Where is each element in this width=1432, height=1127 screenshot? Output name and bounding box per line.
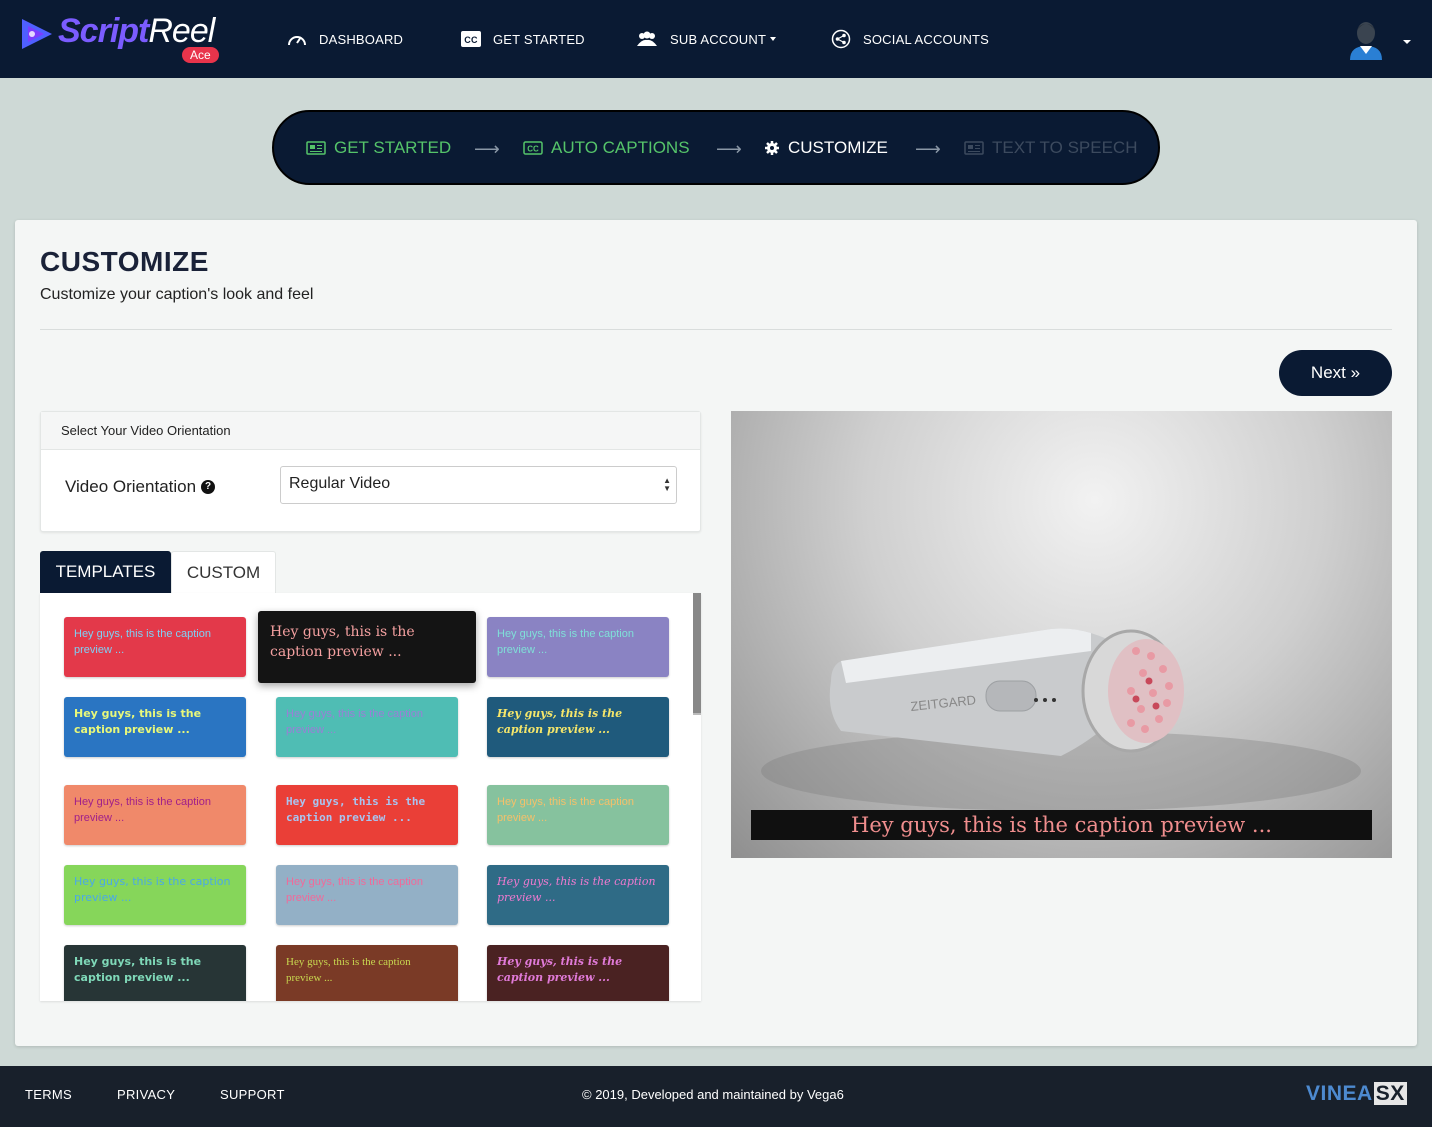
orientation-select[interactable]: Regular Video ▲ ▼ <box>280 466 677 504</box>
avatar[interactable] <box>1344 16 1388 60</box>
template-tile[interactable]: Hey guys, this is the caption preview ..… <box>64 697 246 757</box>
template-tile[interactable]: Hey guys, this is the caption preview ..… <box>64 945 246 1001</box>
step-customize[interactable]: CUSTOMIZE <box>764 138 888 158</box>
next-button[interactable]: Next » <box>1279 350 1392 396</box>
product-image: ZEITGARD <box>761 628 1361 811</box>
step-auto-captions-label: AUTO CAPTIONS <box>551 138 690 157</box>
tab-custom[interactable]: CUSTOM <box>171 551 276 593</box>
logo[interactable]: ScriptReel Ace <box>18 12 228 64</box>
svg-text:CC: CC <box>464 35 478 45</box>
select-arrows-icon: ▲ ▼ <box>663 476 671 493</box>
template-tile[interactable]: Hey guys, this is the caption preview ..… <box>64 617 246 677</box>
template-tile[interactable]: Hey guys, this is the caption preview ..… <box>64 865 246 925</box>
cc-icon: CC <box>461 31 481 47</box>
top-navbar: ScriptReel Ace DASHBOARD CC GET STARTED … <box>0 0 1432 78</box>
avatar-dropdown-icon[interactable] <box>1403 40 1411 44</box>
step-get-started[interactable]: GET STARTED <box>306 138 451 158</box>
caption-preview-bar: Hey guys, this is the caption preview ..… <box>751 810 1372 840</box>
template-tile[interactable]: Hey guys, this is the caption preview ..… <box>487 945 669 1001</box>
template-tile[interactable]: Hey guys, this is the caption preview ..… <box>487 617 669 677</box>
users-icon <box>637 31 657 46</box>
nav-get-started-label: GET STARTED <box>493 31 585 47</box>
template-tile[interactable]: Hey guys, this is the caption preview ..… <box>276 945 458 1001</box>
orientation-label-text: Video Orientation <box>65 477 197 496</box>
play-logo-icon <box>22 19 52 49</box>
template-tile[interactable]: Hey guys, this is the caption preview ..… <box>276 785 458 845</box>
template-tile[interactable]: Hey guys, this is the caption preview ..… <box>487 865 669 925</box>
gear-icon <box>765 141 779 155</box>
step-arrow: ⟶ <box>716 139 742 159</box>
newspaper-icon <box>964 141 984 155</box>
template-tile[interactable]: Hey guys, this is the caption preview ..… <box>276 865 458 925</box>
step-text-to-speech[interactable]: TEXT TO SPEECH <box>964 138 1138 158</box>
newspaper-icon <box>306 141 326 155</box>
footer-support-link[interactable]: SUPPORT <box>220 1087 285 1102</box>
step-auto-captions[interactable]: CC AUTO CAPTIONS <box>523 138 690 158</box>
tab-templates[interactable]: TEMPLATES <box>40 551 171 593</box>
divider <box>40 329 1392 330</box>
help-icon[interactable]: ? <box>201 480 216 494</box>
footer-privacy-link[interactable]: PRIVACY <box>117 1087 175 1102</box>
nav-get-started[interactable]: CC GET STARTED <box>461 28 585 50</box>
templates-scrollbar[interactable] <box>693 593 701 713</box>
step-arrow: ⟶ <box>474 139 500 159</box>
logo-text: ScriptReel <box>58 12 215 50</box>
customize-card: CUSTOMIZE Customize your caption's look … <box>15 220 1417 1046</box>
template-tile[interactable]: Hey guys, this is the caption preview ..… <box>276 697 458 757</box>
template-tile[interactable]: Hey guys, this is the caption preview ..… <box>487 697 669 757</box>
share-icon <box>831 29 851 49</box>
nav-sub-account-label: SUB ACCOUNT <box>670 31 767 47</box>
footer-terms-link[interactable]: TERMS <box>25 1087 72 1102</box>
nav-dashboard-label: DASHBOARD <box>319 31 404 47</box>
templates-grid: Hey guys, this is the caption preview ..… <box>40 593 701 1001</box>
logo-badge: Ace <box>182 47 219 63</box>
svg-text:CC: CC <box>527 145 539 154</box>
progress-stepper: GET STARTED ⟶ CC AUTO CAPTIONS ⟶ CUSTOMI… <box>272 110 1160 185</box>
template-tile[interactable]: Hey guys, this is the caption preview ..… <box>64 785 246 845</box>
chevron-down-icon <box>770 37 777 41</box>
orientation-label: Video Orientation ? <box>65 477 216 497</box>
page-title: CUSTOMIZE <box>40 246 209 277</box>
step-get-started-label: GET STARTED <box>334 138 452 157</box>
template-tile[interactable]: Hey guys, this is the caption preview ..… <box>487 785 669 845</box>
nav-dashboard[interactable]: DASHBOARD <box>287 28 403 50</box>
footer-brand-logo[interactable]: VINEA SX <box>1306 1082 1407 1106</box>
nav-social-accounts[interactable]: SOCIAL ACCOUNTS <box>831 28 989 50</box>
page-subtitle: Customize your caption's look and feel <box>40 286 314 303</box>
step-arrow: ⟶ <box>915 139 941 159</box>
video-preview[interactable]: ZEITGARD Hey guys, this is the caption p… <box>731 411 1392 858</box>
step-text-to-speech-label: TEXT TO SPEECH <box>992 138 1138 157</box>
footer: TERMS PRIVACY SUPPORT © 2019, Developed … <box>0 1066 1432 1127</box>
footer-copyright: © 2019, Developed and maintained by Vega… <box>582 1087 844 1102</box>
orientation-panel: Select Your Video Orientation Video Orie… <box>40 411 701 532</box>
orientation-selected-value: Regular Video <box>289 475 391 492</box>
orientation-header: Select Your Video Orientation <box>41 412 700 450</box>
scrollbar-track <box>693 713 701 715</box>
step-customize-label: CUSTOMIZE <box>788 138 888 157</box>
nav-sub-account[interactable]: SUB ACCOUNT <box>636 28 777 50</box>
cc-icon: CC <box>523 141 543 155</box>
dashboard-icon <box>288 36 306 46</box>
template-hover-preview[interactable]: Hey guys, this is the caption preview ..… <box>258 611 476 683</box>
nav-social-accounts-label: SOCIAL ACCOUNTS <box>863 31 990 47</box>
